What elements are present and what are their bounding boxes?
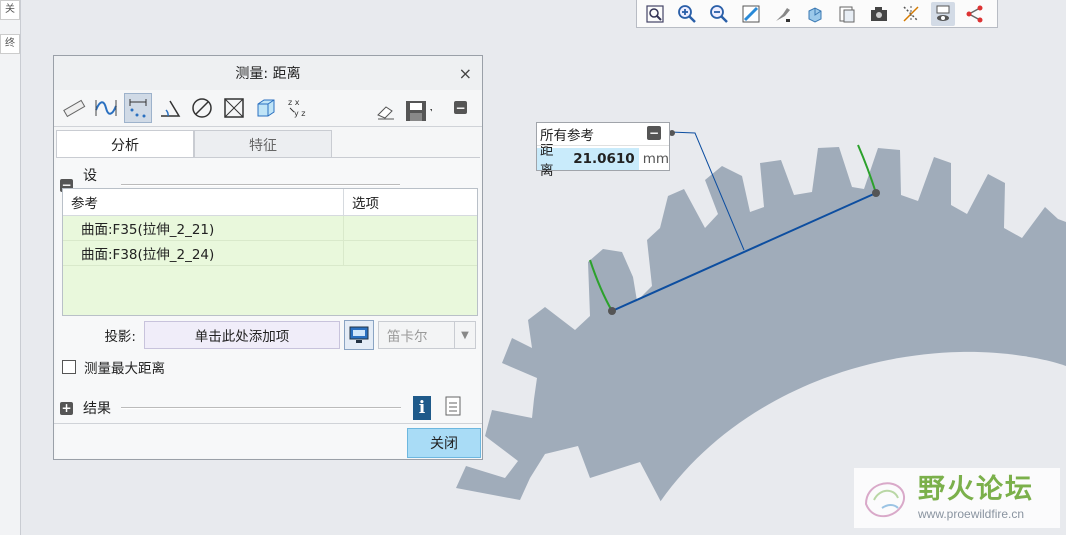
gear-model-view[interactable] bbox=[440, 0, 1066, 535]
view-projection-button[interactable] bbox=[344, 320, 374, 350]
summary-measure-icon[interactable] bbox=[60, 93, 88, 123]
coordinate-type-value: 笛卡尔 bbox=[387, 329, 428, 345]
zoom-window-icon[interactable] bbox=[643, 2, 667, 26]
close-icon[interactable]: × bbox=[459, 64, 472, 83]
eraser-icon[interactable] bbox=[372, 96, 400, 126]
repaint-icon[interactable] bbox=[771, 2, 795, 26]
svg-text:y z: y z bbox=[294, 109, 305, 118]
projection-row: 投影: 单击此处添加项 笛卡尔 ▼ bbox=[62, 320, 476, 350]
max-distance-checkbox[interactable] bbox=[62, 360, 76, 374]
watermark-url: www.proewildfire.cn bbox=[918, 507, 1025, 521]
left-panel-strip: 关 终 bbox=[0, 0, 21, 535]
refit-icon[interactable] bbox=[739, 2, 763, 26]
divider bbox=[121, 407, 401, 409]
transform-measure-icon[interactable]: z x y z bbox=[284, 93, 312, 123]
area-measure-icon[interactable] bbox=[220, 93, 248, 123]
tab-analysis[interactable]: 分析 bbox=[56, 130, 194, 158]
distance-measure-icon[interactable] bbox=[124, 93, 152, 123]
left-tab-1[interactable]: 关 bbox=[0, 0, 20, 20]
col-header-options: 选项 bbox=[352, 196, 379, 212]
zoom-in-icon[interactable] bbox=[675, 2, 699, 26]
watermark-title: 野火论坛 bbox=[918, 474, 1034, 505]
distance-label: 距离 bbox=[537, 143, 570, 179]
projection-label: 投影: bbox=[104, 329, 136, 345]
distance-unit: mm bbox=[642, 151, 669, 167]
length-measure-icon[interactable] bbox=[92, 93, 120, 123]
expand-results-icon[interactable]: + bbox=[60, 401, 73, 415]
callout-result: 距离 21.0610 mm bbox=[537, 143, 669, 179]
zoom-out-icon[interactable] bbox=[707, 2, 731, 26]
measurement-callout[interactable]: 所有参考 − 距离 21.0610 mm bbox=[536, 122, 670, 179]
results-label: 结果 bbox=[83, 401, 111, 417]
camera-icon[interactable] bbox=[867, 2, 891, 26]
projection-collector[interactable]: 单击此处添加项 bbox=[144, 321, 340, 349]
reference-cell: 曲面:F35(拉伸_2_21) bbox=[63, 216, 344, 240]
chevron-down-icon: ▼ bbox=[454, 322, 475, 348]
left-tab-2[interactable]: 终 bbox=[0, 34, 20, 54]
callout-title: 所有参考 bbox=[540, 128, 594, 144]
saved-views-icon[interactable] bbox=[835, 2, 859, 26]
max-distance-label: 测量最大距离 bbox=[84, 361, 165, 377]
references-table[interactable]: 参考 选项 曲面:F35(拉伸_2_21) 曲面:F38(拉伸_2_24) bbox=[62, 188, 478, 316]
datum-display-icon[interactable] bbox=[899, 2, 923, 26]
close-button[interactable]: 关闭 bbox=[407, 428, 481, 458]
measure-type-toolbar: z x y z − bbox=[54, 90, 482, 127]
callout-header: 所有参考 − bbox=[537, 123, 669, 146]
details-list-icon[interactable] bbox=[445, 396, 461, 420]
monitor-icon bbox=[349, 326, 369, 343]
spin-center-icon[interactable] bbox=[963, 2, 987, 26]
svg-text:z x: z x bbox=[288, 98, 300, 107]
measure-distance-dialog: 测量: 距离 × z x y z − 分析 特征 − 设 参考 选项 曲面:F35… bbox=[53, 55, 483, 460]
graphics-toolbar bbox=[636, 0, 998, 28]
info-icon[interactable]: i bbox=[413, 396, 431, 420]
dialog-title-bar: 测量: 距离 × bbox=[54, 56, 482, 90]
table-row[interactable]: 曲面:F35(拉伸_2_21) bbox=[63, 216, 477, 241]
watermark: 野火论坛 www.proewildfire.cn bbox=[854, 468, 1060, 528]
analysis-panel: − 设置 参考 选项 曲面:F35(拉伸_2_21) 曲面:F38(拉伸_2_2… bbox=[56, 157, 480, 458]
coordinate-type-select[interactable]: 笛卡尔 ▼ bbox=[378, 321, 476, 349]
tab-feature[interactable]: 特征 bbox=[194, 130, 332, 158]
results-section-header[interactable]: + 结果 i bbox=[60, 396, 480, 420]
view-orient-icon[interactable] bbox=[803, 2, 827, 26]
callout-collapse-icon[interactable]: − bbox=[647, 126, 661, 140]
annotation-display-icon[interactable] bbox=[931, 1, 955, 26]
collapse-toolbar-icon[interactable]: − bbox=[454, 101, 467, 114]
forum-logo-icon bbox=[864, 482, 905, 518]
max-distance-option[interactable]: 测量最大距离 bbox=[62, 357, 165, 377]
save-icon[interactable] bbox=[404, 96, 432, 126]
dialog-title: 测量: 距离 bbox=[235, 66, 301, 82]
diameter-measure-icon[interactable] bbox=[188, 93, 216, 123]
col-header-reference: 参考 bbox=[63, 189, 344, 215]
volume-measure-icon[interactable] bbox=[252, 93, 280, 123]
angle-measure-icon[interactable] bbox=[156, 93, 184, 123]
distance-point-2 bbox=[872, 189, 880, 197]
dialog-tabs: 分析 特征 bbox=[56, 130, 332, 158]
distance-value: 21.0610 bbox=[569, 148, 639, 170]
table-row[interactable]: 曲面:F38(拉伸_2_24) bbox=[63, 241, 477, 266]
footer-divider bbox=[54, 423, 482, 424]
reference-cell: 曲面:F38(拉伸_2_24) bbox=[63, 241, 344, 265]
table-header: 参考 选项 bbox=[63, 189, 477, 216]
distance-point-1 bbox=[608, 307, 616, 315]
divider bbox=[120, 184, 400, 186]
